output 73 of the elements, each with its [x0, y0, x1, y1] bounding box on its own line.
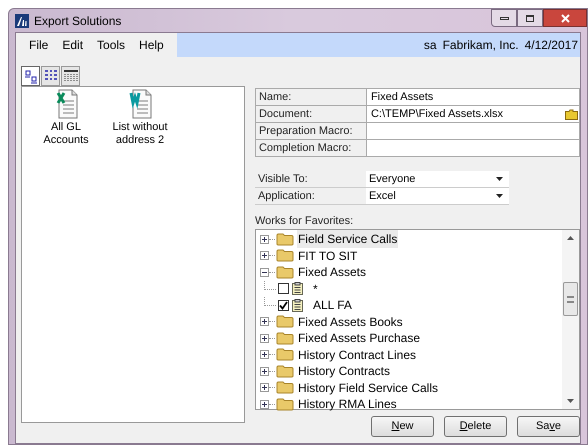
field-label: Completion Macro:	[256, 140, 367, 157]
text-field[interactable]	[366, 140, 580, 157]
checkbox[interactable]	[278, 300, 289, 311]
dropdown[interactable]: Excel	[366, 188, 509, 205]
field-label: Name:	[256, 89, 367, 106]
checkbox[interactable]	[278, 283, 289, 294]
clipboard-icon	[292, 282, 303, 296]
folder-icon	[276, 232, 294, 246]
expand-icon[interactable]	[260, 317, 269, 326]
icons-view-icon	[22, 68, 38, 84]
user-date: 4/12/2017	[524, 37, 578, 54]
folder-icon	[276, 332, 294, 345]
details-view-icon	[62, 68, 78, 84]
field-label: Preparation Macro:	[256, 123, 367, 140]
view-button[interactable]	[21, 66, 40, 86]
minimize-button[interactable]	[491, 9, 517, 27]
clipboard-icon	[292, 298, 303, 312]
field-label: Visible To:	[254, 171, 366, 188]
tree-item[interactable]: History Field Service Calls	[296, 378, 439, 397]
caret-icon	[496, 194, 503, 198]
close-icon	[560, 14, 570, 22]
folder-icon	[276, 364, 294, 378]
expand-icon[interactable]	[260, 383, 269, 392]
solution-label[interactable]: All GL Accounts	[36, 121, 96, 147]
favorites-label: Works for Favorites:	[254, 215, 354, 228]
field-label: Application:	[254, 188, 366, 205]
scroll-bar[interactable]	[562, 230, 579, 409]
tree-item[interactable]: Field Service Calls	[296, 230, 398, 248]
tree-item[interactable]: History RMA Lines	[296, 395, 398, 414]
collapse-icon[interactable]	[260, 268, 269, 277]
caret-icon	[496, 177, 503, 181]
tree-item[interactable]: FIT TO SIT	[296, 246, 358, 265]
document-file-icon[interactable]	[127, 89, 153, 119]
tree-item[interactable]: ALL FA	[312, 296, 353, 314]
folder-icon	[276, 249, 294, 262]
user-name: sa	[424, 37, 437, 54]
window-title: Export Solutions	[34, 12, 122, 30]
close-button[interactable]	[543, 9, 587, 27]
expand-icon[interactable]	[260, 366, 269, 376]
app-logo-icon	[15, 14, 29, 28]
action-button[interactable]: New	[371, 416, 434, 437]
menu-item[interactable]: File	[24, 36, 54, 54]
menu-item[interactable]: Edit	[57, 36, 88, 54]
tree-item[interactable]: History Contract Lines	[296, 346, 417, 364]
field-label: Document:	[256, 106, 367, 123]
expand-icon[interactable]	[260, 251, 269, 260]
text-field[interactable]: Fixed Assets	[366, 89, 580, 106]
action-button[interactable]: Delete	[444, 416, 507, 437]
tree-item[interactable]: Fixed Assets	[296, 263, 367, 282]
expand-icon[interactable]	[260, 234, 269, 244]
solution-label[interactable]: List without address 2	[110, 121, 170, 147]
view-button[interactable]	[41, 66, 60, 86]
folder-icon	[276, 398, 294, 411]
view-button[interactable]	[61, 66, 80, 86]
folder-icon	[276, 348, 294, 362]
tree-item[interactable]: *	[312, 280, 319, 298]
expand-icon[interactable]	[260, 400, 269, 409]
menu-item[interactable]: Help	[134, 36, 169, 54]
tree-item[interactable]: Fixed Assets Purchase	[296, 329, 422, 348]
folder-icon	[276, 381, 294, 394]
folder-icon	[276, 315, 294, 328]
text-field[interactable]: C:\TEMP\Fixed Assets.xlsx	[366, 106, 580, 123]
expand-icon[interactable]	[260, 334, 269, 343]
maximize-button[interactable]	[517, 9, 543, 27]
tree-item[interactable]: Fixed Assets Books	[296, 312, 404, 331]
folder-icon	[276, 266, 294, 279]
text-field[interactable]	[366, 123, 580, 140]
expand-icon[interactable]	[260, 350, 269, 360]
tree-item[interactable]: History Contracts	[296, 362, 391, 380]
menu-item[interactable]: Tools	[92, 36, 130, 54]
company-name: Fabrikam, Inc.	[442, 37, 519, 54]
dropdown[interactable]: Everyone	[366, 171, 509, 188]
action-button[interactable]: Save	[517, 416, 580, 437]
